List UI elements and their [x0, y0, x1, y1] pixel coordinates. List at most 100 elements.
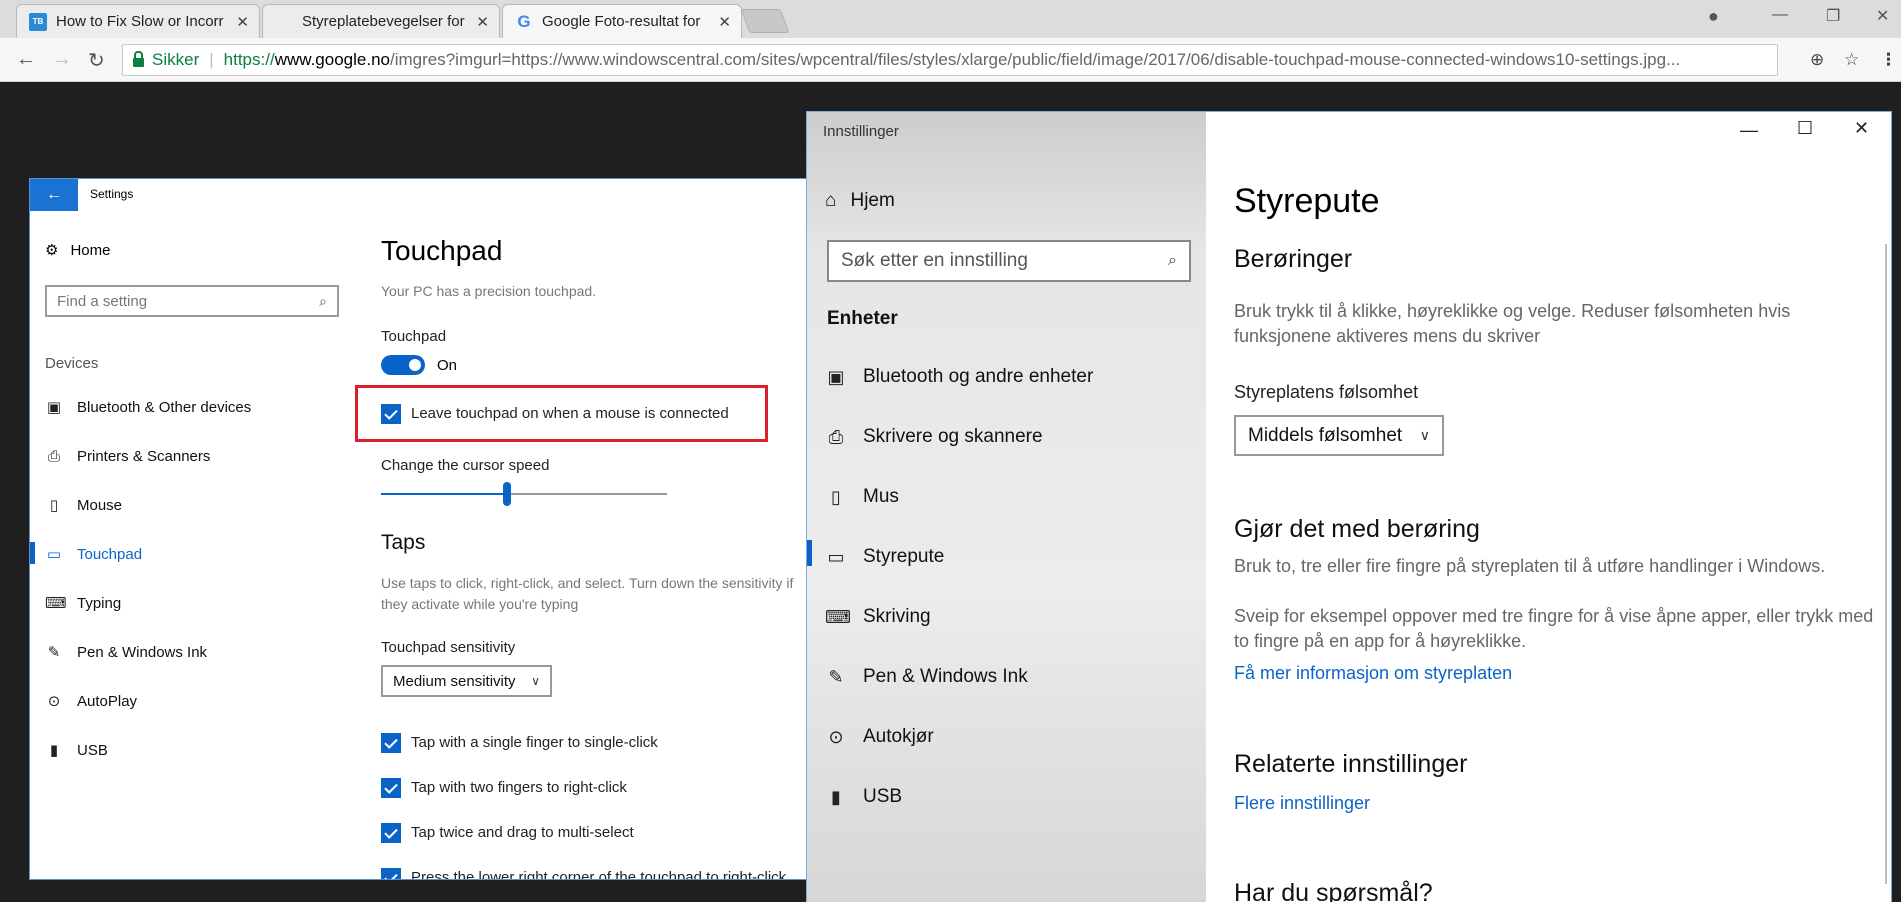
browser-tab-styreplate[interactable]: Styreplatebevegelser for ✕ — [262, 4, 500, 38]
settings-content: Styrepute Berøringer Bruk trykk til å kl… — [1206, 112, 1891, 902]
nav-item-label: USB — [863, 786, 903, 807]
nav-item-bluetooth[interactable]: ▣ Bluetooth & Other devices — [45, 390, 345, 424]
settings-sidebar: Innstillinger ⌂ Hjem Søk etter en innsti… — [807, 112, 1206, 902]
close-tab-icon[interactable]: ✕ — [236, 13, 249, 31]
checkbox-label: Tap twice and drag to multi-select — [411, 824, 634, 841]
search-placeholder: Søk etter en innstilling — [841, 250, 1028, 271]
url-host: www.google.no — [274, 50, 390, 69]
minimize-icon[interactable]: — — [1772, 6, 1788, 24]
sensitivity-label: Touchpad sensitivity — [381, 639, 516, 656]
nav-home[interactable]: ⚙ Home — [45, 241, 110, 260]
usb-icon: ▮ — [831, 786, 841, 807]
search-input[interactable]: Søk etter en innstilling ⌕ — [827, 240, 1191, 282]
nav-item-touchpad[interactable]: ▭ Touchpad — [45, 537, 345, 571]
corner-right-click-checkbox[interactable] — [381, 868, 401, 879]
home-icon: ⌂ — [825, 190, 837, 211]
nav-item-printers[interactable]: ⎙ Skrivere og skannere — [825, 417, 1195, 457]
more-settings-link[interactable]: Flere innstillinger — [1234, 793, 1370, 814]
sensitivity-value: Medium sensitivity — [393, 672, 516, 690]
chevron-down-icon: ∨ — [1419, 427, 1430, 443]
bookmark-star-icon[interactable]: ☆ — [1844, 50, 1859, 70]
pen-icon: ✎ — [47, 644, 61, 661]
checkbox-label: Leave touchpad on when a mouse is connec… — [411, 405, 729, 422]
close-tab-icon[interactable]: ✕ — [476, 13, 489, 31]
forward-arrow-icon[interactable]: → — [52, 48, 72, 71]
mouse-icon: ▯ — [49, 497, 59, 514]
app-title: Innstillinger — [823, 123, 899, 140]
address-bar[interactable]: Sikker | https://www.google.no/imgres?im… — [122, 44, 1778, 76]
cursor-speed-thumb[interactable] — [502, 482, 511, 506]
taps-heading: Taps — [381, 531, 426, 554]
menu-icon[interactable]: ⋮ — [1880, 50, 1897, 70]
toggle-state-label: On — [437, 357, 458, 374]
nav-item-label: Mouse — [77, 496, 123, 514]
search-icon: ⌕ — [1168, 252, 1177, 269]
restore-icon[interactable]: ❐ — [1826, 6, 1840, 26]
tb-favicon-icon: TB — [29, 12, 47, 31]
nav-home-label: Hjem — [850, 190, 895, 211]
nav-item-mouse[interactable]: ▯ Mus — [825, 477, 1195, 517]
checkbox-label: Press the lower right corner of the touc… — [411, 869, 787, 880]
nav-item-label: Bluetooth & Other devices — [77, 398, 252, 416]
touchpad-toggle[interactable] — [381, 355, 425, 375]
cursor-speed-label: Change the cursor speed — [381, 457, 550, 474]
nav-item-label: AutoPlay — [77, 692, 138, 710]
tap-single-click-checkbox[interactable] — [381, 733, 401, 753]
nav-item-usb[interactable]: ▮ USB — [45, 733, 345, 767]
browser-toolbar: ← → ↻ Sikker | https://www.google.no/img… — [0, 38, 1901, 82]
nav-item-bluetooth[interactable]: ▣ Bluetooth og andre enheter — [825, 357, 1195, 397]
nav-item-autoplay[interactable]: ⊙ Autokjør — [825, 717, 1195, 757]
nav-item-printers[interactable]: ⎙ Printers & Scanners — [45, 439, 345, 473]
leave-touchpad-on-checkbox[interactable] — [381, 404, 401, 424]
nav-item-typing[interactable]: ⌨ Skriving — [825, 597, 1195, 637]
bluetooth-device-icon: ▣ — [46, 399, 62, 416]
nav-item-pen[interactable]: ✎ Pen & Windows Ink — [45, 635, 345, 669]
nav-home[interactable]: ⌂ Hjem — [825, 190, 895, 212]
reload-icon[interactable]: ↻ — [88, 48, 105, 73]
profile-icon[interactable]: ● — [1708, 6, 1719, 27]
tap-right-click-checkbox[interactable] — [381, 778, 401, 798]
browser-tab-howto[interactable]: TB How to Fix Slow or Incorr ✕ — [16, 4, 260, 38]
nav-item-mouse[interactable]: ▯ Mouse — [45, 488, 345, 522]
back-arrow-icon[interactable]: ← — [16, 48, 36, 71]
settings-window-english: ← Settings ⚙ Home Find a setting ⌕ Devic… — [29, 178, 808, 880]
selected-indicator — [30, 542, 35, 564]
nav-item-typing[interactable]: ⌨ Typing — [45, 586, 345, 620]
browser-tab-google-foto[interactable]: G Google Foto-resultat for ✕ — [502, 4, 742, 38]
tab-title: Google Foto-resultat for — [542, 13, 701, 30]
nav-item-pen[interactable]: ✎ Pen & Windows Ink — [825, 657, 1195, 697]
zoom-icon[interactable]: ⊕ — [1810, 50, 1824, 70]
nav-item-usb[interactable]: ▮ USB — [825, 777, 1195, 817]
sensitivity-label: Styreplatens følsomhet — [1234, 382, 1419, 402]
new-tab-button[interactable] — [740, 9, 790, 33]
questions-heading: Har du spørsmål? — [1234, 879, 1433, 902]
taps-description: Use taps to click, right-click, and sele… — [381, 575, 794, 612]
sensitivity-select[interactable]: Middels følsomhet ∨ — [1234, 415, 1444, 456]
printer-icon: ⎙ — [828, 426, 844, 447]
close-tab-icon[interactable]: ✕ — [718, 13, 731, 31]
touchpad-info-link[interactable]: Få mer informasjon om styreplaten — [1234, 663, 1512, 684]
touchpad-icon: ▭ — [827, 546, 845, 567]
nav-item-touchpad[interactable]: ▭ Styrepute — [825, 537, 1195, 577]
touchpad-toggle-label: Touchpad — [381, 328, 447, 345]
search-input[interactable]: Find a setting ⌕ — [45, 285, 339, 317]
bluetooth-device-icon: ▣ — [827, 366, 845, 387]
back-button[interactable]: ← — [30, 179, 78, 211]
nav-item-autoplay[interactable]: ⊙ AutoPlay — [45, 684, 345, 718]
url-scheme: https:// — [223, 50, 275, 69]
nav-group-devices: Enheter — [827, 308, 898, 329]
separator: | — [209, 50, 214, 69]
page-subtitle: Your PC has a precision touchpad. — [381, 283, 597, 299]
touches-heading: Berøringer — [1234, 245, 1353, 273]
gesture-heading: Gjør det med berøring — [1234, 515, 1480, 543]
scrollbar[interactable] — [1885, 244, 1887, 884]
back-arrow-icon: ← — [46, 186, 62, 203]
chevron-down-icon: ∨ — [531, 674, 540, 688]
search-icon: ⌕ — [319, 292, 327, 309]
keyboard-icon: ⌨ — [825, 606, 851, 627]
gear-icon: ⚙ — [45, 242, 59, 259]
close-window-icon[interactable]: ✕ — [1876, 6, 1889, 26]
tap-multi-select-checkbox[interactable] — [381, 823, 401, 843]
sensitivity-select[interactable]: Medium sensitivity ∨ — [381, 665, 552, 697]
nav-item-label: USB — [77, 741, 108, 759]
